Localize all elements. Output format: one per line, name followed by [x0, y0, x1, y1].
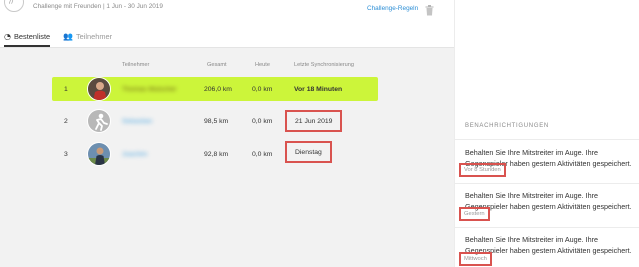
tab-leaderboard-label: Bestenliste: [13, 31, 51, 41]
divider: [455, 183, 639, 184]
participant-name[interactable]: Joachim: [122, 142, 147, 166]
tab-leaderboard[interactable]: ◔ Bestenliste: [4, 25, 51, 47]
notification-item[interactable]: Behalten Sie Ihre Mitstreiter im Auge. I…: [465, 191, 637, 212]
challenge-rules-link[interactable]: Challenge-Regeln: [367, 5, 418, 12]
participant-name[interactable]: Thomas Mutscher: [122, 77, 176, 101]
challenge-subtitle: Challenge mit Freunden | 1 Jun - 30 Jun …: [33, 3, 163, 10]
column-header-last-sync: Letzte Synchronisierung: [294, 62, 355, 68]
leaderboard-row[interactable]: 3 Joachim 92,8 km 0,0 km Dienstag: [52, 141, 378, 166]
tab-bar: ◔ Bestenliste 👥 Teilnehmer: [0, 25, 454, 47]
notification-time: Gestern: [459, 207, 490, 221]
last-sync: Dienstag: [285, 141, 332, 163]
notification-text: Behalten Sie Ihre Mitstreiter im Auge. I…: [465, 191, 632, 211]
column-header-total: Gesamt: [207, 62, 227, 68]
leaderboard-panel: Teilnehmer Gesamt Heute Letzte Synchroni…: [0, 47, 454, 267]
notification-time: Vor 8 Stunden: [459, 163, 506, 177]
participant-name-text: Joachim: [122, 150, 148, 158]
today-distance: 0,0 km: [252, 150, 273, 158]
notification-time: Mittwoch: [459, 252, 492, 266]
logo-mark-icon: //: [9, 0, 14, 5]
trophy-icon: ◔: [4, 31, 11, 41]
challenge-logo: //: [4, 0, 24, 12]
notifications-panel: BENACHRICHTIGUNGEN Behalten Sie Ihre Mit…: [454, 0, 639, 267]
trash-icon[interactable]: [425, 5, 434, 16]
leaderboard-row[interactable]: 1 Thomas Mutscher 206,0 km 0,0 km Vor 18…: [52, 77, 378, 101]
divider: [455, 139, 639, 140]
main-panel: // Challenge mit Freunden | 1 Jun - 30 J…: [0, 0, 454, 267]
total-distance: 98,5 km: [204, 117, 229, 125]
avatar[interactable]: [87, 77, 111, 101]
people-icon: 👥: [63, 31, 73, 41]
today-distance: 0,0 km: [252, 85, 273, 93]
total-distance: 92,8 km: [204, 150, 229, 158]
leaderboard-row[interactable]: 2 Sebastian 98,5 km 0,0 km 21 Jun 2019: [52, 109, 378, 133]
rank-value: 3: [64, 150, 68, 158]
last-sync: Vor 18 Minuten: [294, 85, 343, 93]
today-distance: 0,0 km: [252, 117, 273, 125]
rank-value: 2: [64, 117, 68, 125]
avatar[interactable]: [87, 109, 111, 133]
participant-name-text: Sebastian: [122, 117, 153, 125]
column-header-participant: Teilnehmer: [122, 62, 150, 68]
participant-name-text: Thomas Mutscher: [122, 85, 177, 93]
rank-value: 1: [64, 85, 68, 93]
avatar[interactable]: [87, 142, 111, 166]
divider: [455, 227, 639, 228]
tab-participants-label: Teilnehmer: [75, 31, 113, 41]
column-header-today: Heute: [255, 62, 270, 68]
last-sync: 21 Jun 2019: [285, 110, 343, 132]
tab-participants[interactable]: 👥 Teilnehmer: [63, 25, 112, 47]
runner-photo-icon: [88, 143, 110, 165]
challenge-header: // Challenge mit Freunden | 1 Jun - 30 J…: [0, 0, 454, 25]
default-runner-avatar-icon: [88, 110, 110, 132]
runner-photo-icon: [88, 78, 110, 100]
participant-name[interactable]: Sebastian: [122, 109, 152, 133]
total-distance: 206,0 km: [204, 85, 232, 93]
notifications-heading: BENACHRICHTIGUNGEN: [465, 123, 549, 129]
